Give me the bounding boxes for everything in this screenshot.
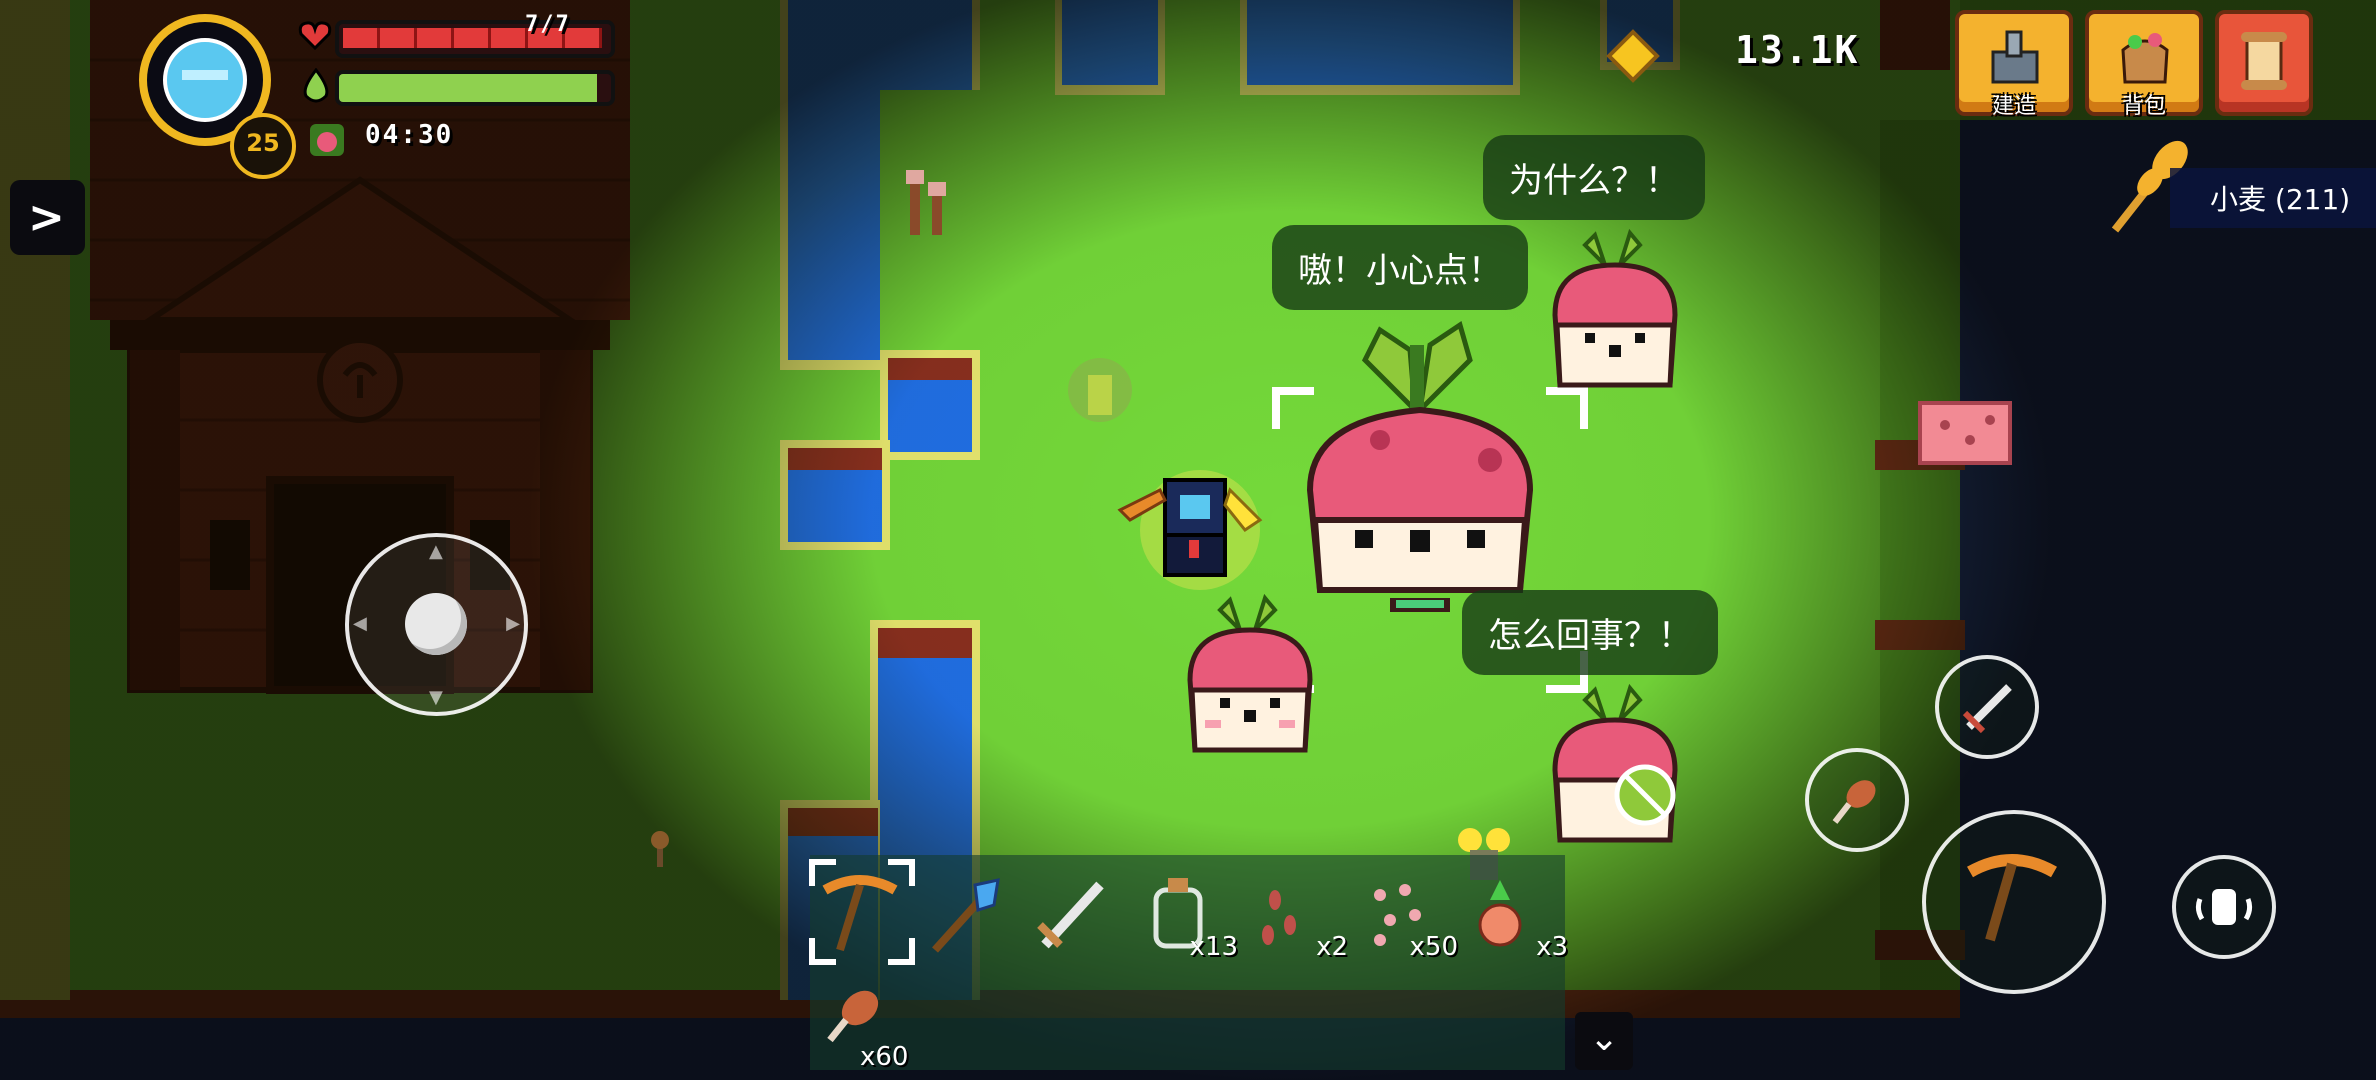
small-turnip-2[interactable] [1545, 225, 1685, 399]
eat-food-button[interactable] [1805, 748, 1909, 852]
scroll-map-icon [2237, 30, 2291, 96]
pickaxe-icon [1962, 848, 2062, 952]
speech-bubble-whats-happening: 怎么回事？！ [1462, 590, 1718, 675]
level-badge: 25 [230, 113, 296, 179]
game-clock: 04:30 [365, 120, 454, 150]
hotbar-slot-cotton[interactable]: x50 [1360, 870, 1458, 962]
build-label: 建造 [1991, 94, 2036, 119]
chevron-down-icon: ⌄ [1589, 1018, 1620, 1059]
hotbar-slot-beet-seed[interactable]: x3 [1470, 870, 1568, 962]
pickaxe-icon [815, 875, 905, 964]
lantern-spirit [1060, 345, 1140, 449]
turnip-icon [308, 118, 346, 162]
stamina-drop-icon [300, 67, 332, 108]
speech-bubble-careful: 嗷！小心点！ [1272, 225, 1528, 310]
hotbar-slot-drumstick[interactable]: x60 [820, 980, 910, 1072]
backpack-icon [2115, 28, 2175, 92]
backpack-button[interactable]: 背包 [2085, 10, 2203, 119]
stamina-bar [335, 70, 615, 106]
mushroom [645, 830, 675, 874]
drumstick-icon [1827, 770, 1887, 834]
chevron-right-icon: > [28, 192, 65, 243]
health-bar [335, 20, 615, 58]
small-turnip-3[interactable] [1545, 680, 1685, 854]
player-character [1110, 460, 1270, 594]
movement-joystick[interactable]: ▲ ▼ ◀ ▶ [345, 533, 528, 716]
health-segment [380, 28, 417, 48]
hotbar-expand-button[interactable]: ⌄ [1575, 1012, 1633, 1070]
seeds-count: x2 [1316, 932, 1348, 962]
bottle-count: x13 [1189, 932, 1238, 962]
hotbar-slot-seeds[interactable]: x2 [1250, 870, 1348, 962]
build-icon [1987, 28, 2043, 92]
hotbar-slot-sword[interactable] [1025, 870, 1115, 960]
health-segment [454, 28, 491, 48]
joystick-knob[interactable] [405, 593, 467, 655]
health-text: 7/7 [525, 12, 571, 37]
sword-attack-button[interactable] [1935, 655, 2039, 759]
hotbar-slot-shovel[interactable] [920, 870, 1010, 960]
gold-gem-icon [1605, 28, 1661, 88]
speech-bubble-why: 为什么？！ [1483, 135, 1705, 220]
hotbar-slot-pickaxe[interactable] [815, 870, 905, 960]
tool-use-button[interactable] [1922, 810, 2106, 994]
cotton-count: x50 [1409, 932, 1458, 962]
side-panel-toggle[interactable]: > [10, 180, 85, 255]
dodge-roll-button[interactable] [2172, 855, 2276, 959]
health-segment [491, 28, 528, 48]
sword-icon [1959, 677, 2019, 741]
build-button[interactable]: 建造 [1955, 10, 2073, 119]
small-turnip-1[interactable] [1180, 590, 1320, 764]
beet-seed-count: x3 [1536, 932, 1568, 962]
scroll-map-button[interactable] [2215, 10, 2313, 116]
heart-icon [298, 20, 332, 54]
backpack-label: 背包 [2121, 94, 2166, 119]
sapling [900, 160, 960, 244]
shovel-icon [920, 878, 1010, 964]
drumstick-count: x60 [860, 1042, 909, 1072]
pickup-notification: 小麦 (211) [2170, 168, 2376, 228]
sword-icon [1025, 881, 1115, 964]
dodge-icon [2194, 879, 2254, 939]
health-segment [417, 28, 454, 48]
gold-amount: 13.1K [1735, 28, 1860, 72]
pink-pig[interactable] [1910, 395, 2020, 479]
health-segment [343, 28, 380, 48]
hotbar-slot-bottle[interactable]: x13 [1140, 870, 1238, 962]
